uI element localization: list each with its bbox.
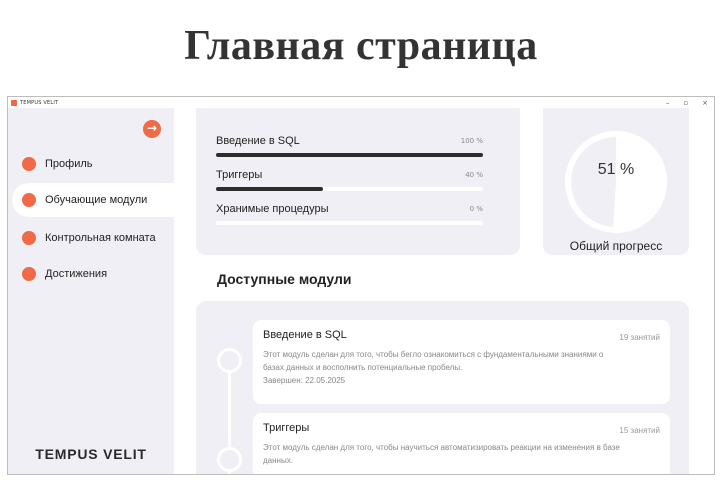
module-title: Введение в SQL <box>263 329 347 341</box>
module-card[interactable]: Введение в SQL 19 занятий Этот модуль сд… <box>253 320 670 404</box>
sidebar-item-learning-modules[interactable]: Обучающие модули <box>12 183 174 217</box>
progress-percent: 40 % <box>465 171 483 179</box>
sidebar-item-label: Обучающие модули <box>45 194 148 206</box>
window-controls: – ▫ × <box>666 97 708 108</box>
nav-dot-icon <box>22 267 36 281</box>
progress-track <box>216 187 483 191</box>
brand-logo: TEMPUS VELIT <box>35 446 147 462</box>
available-modules-title: Доступные модули <box>217 271 352 287</box>
module-completed: Завершен: 22.05.2025 <box>263 376 346 385</box>
module-description: Этот модуль сделан для того, чтобы бегло… <box>263 350 604 372</box>
sidebar-item-label: Достижения <box>45 268 108 280</box>
window-title: TEMPUS VELIT <box>20 99 59 106</box>
module-description: Этот модуль сделан для того, чтобы научи… <box>263 443 620 465</box>
ring-fill <box>612 131 667 233</box>
page-title: Главная страница <box>184 23 538 69</box>
progress-label: Триггеры <box>216 169 263 181</box>
sidebar-item-achievements[interactable]: Достижения <box>8 257 174 291</box>
nav-dot-icon <box>22 193 36 207</box>
progress-row: Хранимые процедуры 0 % <box>216 203 483 225</box>
progress-track <box>216 221 483 225</box>
progress-row: Триггеры 40 % <box>216 169 483 191</box>
progress-label: Введение в SQL <box>216 135 300 147</box>
module-lessons: 15 занятий <box>619 426 660 435</box>
overall-progress-card: 51 % Общий прогресс <box>543 108 689 255</box>
timeline-node-icon <box>217 348 242 373</box>
progress-label: Хранимые процедуры <box>216 203 329 215</box>
progress-percent: 100 % <box>460 137 483 145</box>
progress-fill <box>216 187 323 191</box>
close-icon[interactable]: × <box>702 99 708 107</box>
app-window: TEMPUS VELIT – ▫ × → Профиль Обучающие м… <box>7 96 715 475</box>
progress-percent: 0 % <box>469 205 483 213</box>
progress-fill <box>216 153 483 157</box>
sidebar: → Профиль Обучающие модули Контрольная к… <box>8 108 174 474</box>
module-title: Триггеры <box>263 422 310 434</box>
sidebar-item-label: Контрольная комната <box>45 232 156 244</box>
nav-dot-icon <box>22 231 36 245</box>
overall-progress-ring <box>565 131 667 233</box>
overall-percent: 51 % <box>597 161 635 178</box>
minimize-icon[interactable]: – <box>666 99 670 107</box>
sidebar-item-control-room[interactable]: Контрольная комната <box>8 221 174 255</box>
module-card[interactable]: Триггеры 15 занятий Этот модуль сделан д… <box>253 413 670 474</box>
progress-track <box>216 153 483 157</box>
sidebar-item-profile[interactable]: Профиль <box>8 147 174 181</box>
sidebar-item-label: Профиль <box>45 158 93 170</box>
progress-row: Введение в SQL 100 % <box>216 135 483 157</box>
app-icon <box>11 99 17 106</box>
nav-dot-icon <box>22 157 36 171</box>
module-lessons: 19 занятий <box>619 333 660 342</box>
timeline-node-icon <box>217 447 242 472</box>
modules-list: Введение в SQL 19 занятий Этот модуль сд… <box>196 301 689 474</box>
module-progress-card: Введение в SQL 100 % Триггеры 40 % Храни… <box>196 108 520 255</box>
overall-label: Общий прогресс <box>569 239 663 253</box>
arrow-right-icon[interactable]: → <box>143 120 161 138</box>
title-bar: TEMPUS VELIT – ▫ × <box>8 97 714 108</box>
maximize-icon[interactable]: ▫ <box>683 99 688 107</box>
